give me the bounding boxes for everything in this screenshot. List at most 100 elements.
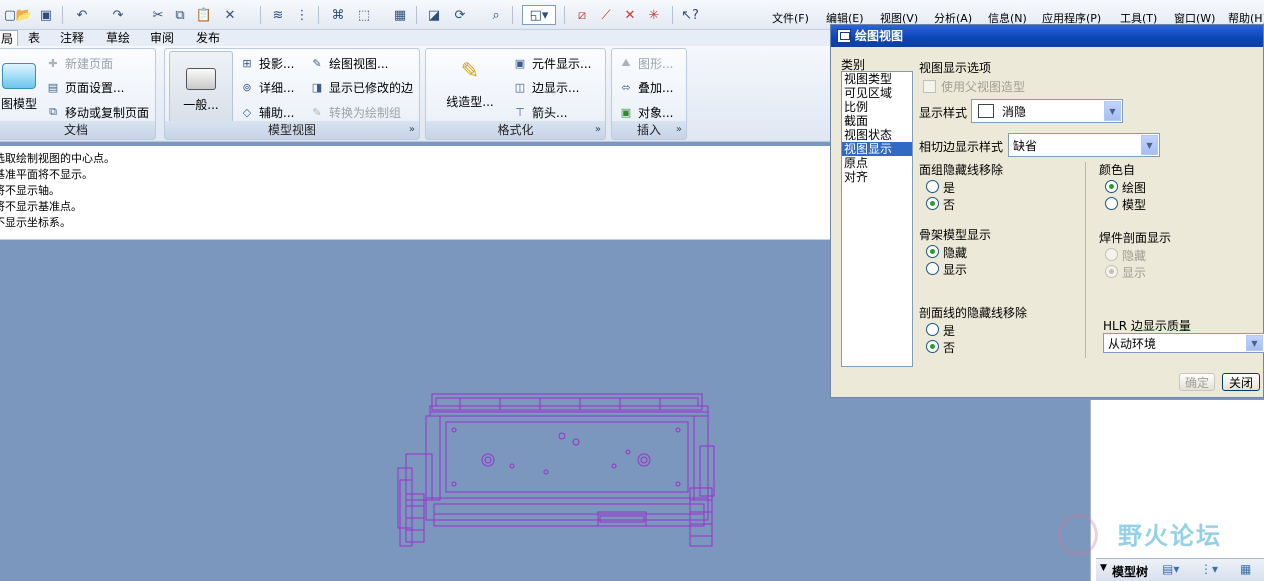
detail-icon: ⊚ bbox=[242, 80, 252, 94]
move-copy-page-label: 移动或复制页面 bbox=[65, 105, 150, 120]
skeleton-hide-radio[interactable] bbox=[926, 245, 939, 258]
chevron-down-icon[interactable]: ▼ bbox=[1104, 101, 1121, 121]
projection-button[interactable]: ⊞ 投影... bbox=[239, 53, 294, 73]
element-display-button[interactable]: ▣ 元件显示... bbox=[512, 53, 592, 73]
section-hidden-yes-label: 是 bbox=[943, 324, 956, 338]
color-drawing-radio[interactable] bbox=[1105, 180, 1118, 193]
tab-annotate[interactable]: 注释 bbox=[56, 30, 88, 46]
expand-insert-icon[interactable]: » bbox=[676, 121, 682, 139]
drawing-model-button[interactable]: 图模型 bbox=[0, 63, 41, 112]
graphics-button[interactable]: ⛰ 图形... bbox=[618, 53, 673, 73]
face-hidden-no-radio[interactable] bbox=[926, 197, 939, 210]
cut-icon[interactable]: ✂ bbox=[148, 5, 168, 25]
grid-icon[interactable]: ▦ bbox=[390, 5, 410, 25]
show-modified-edges-icon: ◨ bbox=[311, 80, 323, 94]
overlay-button[interactable]: ⬄ 叠加... bbox=[618, 77, 673, 97]
category-item-alignment[interactable]: 对齐 bbox=[842, 170, 912, 184]
message-line: 不显示坐标系。 bbox=[0, 216, 71, 229]
hlr-quality-select[interactable]: 从动环境 ▼ bbox=[1103, 333, 1264, 353]
ok-button[interactable]: 确定 bbox=[1179, 373, 1215, 391]
group-model-views: 一般... ⊞ 投影... ⊚ 详细... ◇ 辅助... ✎ 绘图视图... ◨ 显示已… bbox=[164, 48, 420, 140]
general-view-label: 一般... bbox=[183, 98, 219, 112]
detail-button[interactable]: ⊚ 详细... bbox=[239, 77, 294, 97]
auxiliary-button[interactable]: ◇ 辅助... bbox=[239, 102, 295, 122]
paste-icon[interactable]: 📋 bbox=[194, 5, 214, 25]
message-line: 将不显示基准点。 bbox=[0, 200, 82, 213]
category-item-section[interactable]: 截面 bbox=[842, 114, 912, 128]
category-item-scale[interactable]: 比例 bbox=[842, 100, 912, 114]
arrows-button[interactable]: ⊤ 箭头... bbox=[512, 102, 567, 122]
skeleton-show-radio[interactable] bbox=[926, 262, 939, 275]
page-setup-button[interactable]: ▤ 页面设置... bbox=[45, 77, 125, 97]
weld-hide-radio[interactable] bbox=[1105, 248, 1118, 261]
coordinate-system-icon[interactable]: ✳ bbox=[644, 5, 664, 25]
save-icon[interactable]: ▣ bbox=[36, 5, 56, 25]
display-style-icon[interactable]: ◱▾ bbox=[522, 5, 556, 25]
line-style-button[interactable]: ✎ 线造型... bbox=[430, 59, 510, 110]
undo-icon[interactable]: ↶ bbox=[72, 5, 92, 25]
category-item-origin[interactable]: 原点 bbox=[842, 156, 912, 170]
general-view-button[interactable]: 一般... bbox=[169, 51, 233, 123]
face-hidden-no-label: 否 bbox=[943, 198, 956, 212]
section-hidden-yes-radio[interactable] bbox=[926, 323, 939, 336]
tree-columns-icon[interactable]: ▦ bbox=[1240, 562, 1251, 576]
show-modified-edges-button[interactable]: ◨ 显示已修改的边 bbox=[309, 77, 413, 97]
chevron-down-icon[interactable]: ▼ bbox=[1141, 135, 1158, 155]
tab-table[interactable]: 表 bbox=[24, 30, 44, 46]
category-item-visible-area[interactable]: 可见区域 bbox=[842, 86, 912, 100]
dialog-title-bar[interactable]: 绘图视图 bbox=[831, 25, 1263, 47]
tree-filter-icon[interactable]: ⋮▾ bbox=[1200, 562, 1218, 576]
category-item-view-state[interactable]: 视图状态 bbox=[842, 128, 912, 142]
binoculars-icon[interactable]: ⌘ bbox=[328, 5, 348, 25]
select-box-icon[interactable]: ⬚ bbox=[354, 5, 374, 25]
chevron-down-icon[interactable]: ▼ bbox=[1246, 335, 1263, 351]
tangent-edge-select[interactable]: 缺省 ▼ bbox=[1008, 133, 1160, 157]
close-button[interactable]: 关闭 bbox=[1222, 373, 1260, 391]
model-tree-tab[interactable]: 模型树 bbox=[1112, 563, 1148, 580]
menu-file[interactable]: 文件(F) bbox=[772, 10, 809, 26]
datum-plane-icon[interactable]: ⧄ bbox=[572, 5, 592, 25]
tree-icon[interactable]: ⋮ bbox=[292, 5, 312, 25]
context-help-icon[interactable]: ↖? bbox=[680, 5, 700, 25]
display-style-select[interactable]: 消隐 ▼ bbox=[971, 99, 1123, 123]
expand-format-icon[interactable]: » bbox=[595, 121, 601, 139]
expand-model-views-icon[interactable]: » bbox=[409, 121, 415, 139]
drawing-view-button[interactable]: ✎ 绘图视图... bbox=[309, 53, 388, 73]
drawing-view-label: 绘图视图... bbox=[329, 56, 389, 71]
edge-display-button[interactable]: ◫ 边显示... bbox=[512, 77, 580, 97]
convert-to-draft-button[interactable]: ✎ 转换为绘制组 bbox=[309, 102, 401, 122]
group-model-views-title: 模型视图» bbox=[165, 121, 419, 139]
dropdown-icon[interactable]: ▼ bbox=[1100, 563, 1107, 573]
tab-review[interactable]: 审阅 bbox=[146, 30, 178, 46]
datum-point-icon[interactable]: ✕ bbox=[620, 5, 640, 25]
tab-sketch[interactable]: 草绘 bbox=[102, 30, 134, 46]
message-line: 基准平面将不显示。 bbox=[0, 168, 93, 181]
tab-layout[interactable]: 局 bbox=[0, 30, 19, 46]
tree-settings-icon[interactable]: ▤▾ bbox=[1162, 562, 1179, 576]
auxiliary-icon: ◇ bbox=[242, 105, 252, 119]
drawing-wireframe[interactable] bbox=[390, 390, 720, 555]
face-hidden-yes-radio[interactable] bbox=[926, 180, 939, 193]
section-title: 视图显示选项 bbox=[919, 61, 992, 75]
repaint-icon[interactable]: ◪ bbox=[424, 5, 444, 25]
section-hidden-no-radio[interactable] bbox=[926, 340, 939, 353]
rotate-icon[interactable]: ⟳ bbox=[450, 5, 470, 25]
object-button[interactable]: ▣ 对象... bbox=[618, 102, 674, 122]
category-item-view-display[interactable]: 视图显示 bbox=[842, 142, 912, 156]
zoom-icon[interactable]: ⌕ bbox=[486, 5, 506, 25]
tab-publish[interactable]: 发布 bbox=[192, 30, 224, 46]
layers-icon[interactable]: ≋ bbox=[268, 5, 288, 25]
new-page-button[interactable]: ✚ 新建页面 bbox=[45, 53, 113, 73]
drawing-model-label: 图模型 bbox=[0, 97, 37, 111]
datum-axis-icon[interactable]: ⟋ bbox=[596, 5, 616, 25]
weld-show-radio[interactable] bbox=[1105, 265, 1118, 278]
move-copy-page-button[interactable]: ⧉ 移动或复制页面 bbox=[45, 102, 149, 122]
color-model-radio[interactable] bbox=[1105, 197, 1118, 210]
redo-icon[interactable]: ↷ bbox=[108, 5, 128, 25]
open-folder-icon[interactable]: 📂 bbox=[14, 5, 34, 25]
copy-icon[interactable]: ⧉ bbox=[170, 5, 190, 25]
use-parent-style-checkbox[interactable] bbox=[923, 80, 936, 93]
convert-to-draft-label: 转换为绘制组 bbox=[329, 105, 402, 120]
category-item-view-type[interactable]: 视图类型 bbox=[842, 72, 912, 86]
delete-icon[interactable]: ✕ bbox=[220, 5, 240, 25]
